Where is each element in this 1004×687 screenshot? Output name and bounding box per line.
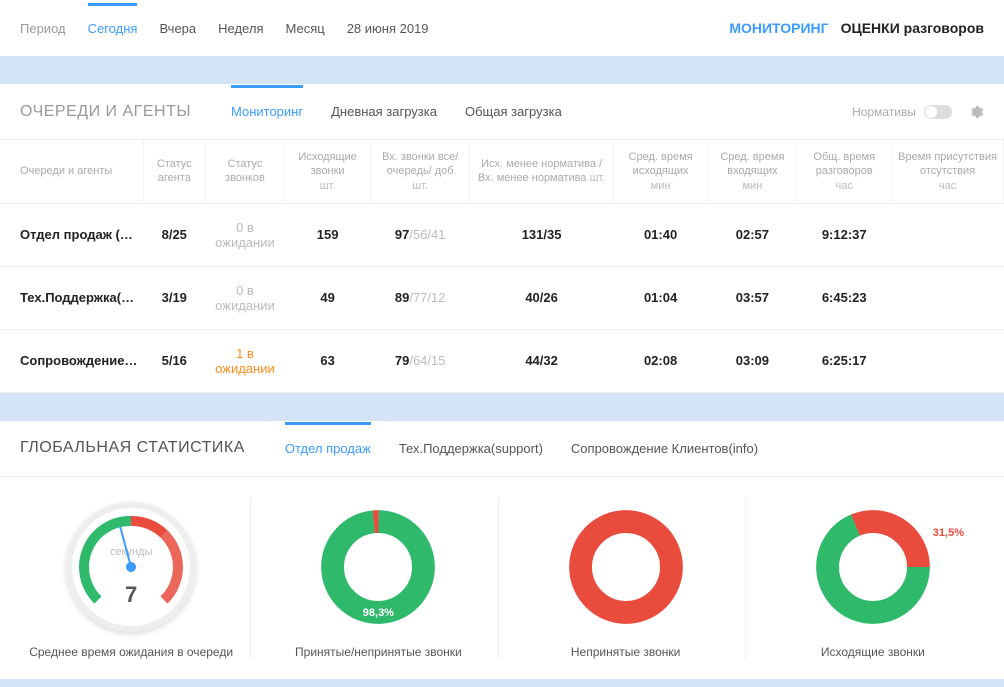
chart-label-3: Исходящие звонки: [762, 645, 984, 659]
gauge-unit: секунды: [72, 546, 190, 558]
col-out: Исходящие звонкишт.: [285, 140, 371, 203]
col-norm: Исх. менее норматива / Вх. менее нормати…: [470, 140, 613, 203]
cell-total: 6:45:23: [797, 266, 892, 329]
cell-in: 89/77/12: [370, 266, 470, 329]
period-tab-month[interactable]: Месяц: [285, 3, 324, 54]
period-tab-date[interactable]: 28 июня 2019: [347, 3, 429, 54]
donut3-label-a: 31,5%: [933, 527, 964, 539]
stats-section: ГЛОБАЛЬНАЯ СТАТИСТИКА Отдел продаж Тех.П…: [0, 421, 1004, 679]
chart-label-1: Принятые/непринятые звонки: [267, 645, 489, 659]
chart-gauge: секунды 7 Среднее время ожидания в очере…: [12, 497, 251, 659]
donut3-label-b: 68,5%: [790, 595, 821, 607]
cell-agent: 3/19: [143, 266, 205, 329]
col-total: Общ. время разговоровчас: [797, 140, 892, 203]
donut-icon: [566, 507, 686, 627]
cell-name: Отдел продаж (…: [0, 203, 143, 266]
cell-avgout: 01:04: [613, 266, 708, 329]
cell-norm: 131/35: [470, 203, 613, 266]
table-row[interactable]: Отдел продаж (… 8/25 0 в ожидании 159 97…: [0, 203, 1004, 266]
cell-presence: [892, 203, 1004, 266]
cell-calls: 0 в ожидании: [205, 266, 285, 329]
gauge-icon: секунды 7: [66, 502, 196, 632]
donut-icon: [813, 507, 933, 627]
toggle-switch[interactable]: [924, 105, 952, 119]
col-calls: Статус звонков: [205, 140, 285, 203]
period-label: Период: [20, 21, 66, 36]
stats-title: ГЛОБАЛЬНАЯ СТАТИСТИКА: [20, 439, 245, 457]
table-header-row: Очереди и агенты Статус агента Статус зв…: [0, 140, 1004, 203]
tab-evaluations[interactable]: ОЦЕНКИ разговоров: [841, 20, 984, 36]
cell-in: 79/64/15: [370, 329, 470, 392]
cell-calls: 1 в ожидании: [205, 329, 285, 392]
charts-row: секунды 7 Среднее время ожидания в очере…: [0, 477, 1004, 679]
queues-section: ОЧЕРЕДИ И АГЕНТЫ Мониторинг Дневная загр…: [0, 84, 1004, 393]
cell-avgin: 03:09: [708, 329, 797, 392]
period-tabs: Период Сегодня Вчера Неделя Месяц 28 июн…: [20, 3, 429, 54]
period-tab-today[interactable]: Сегодня: [88, 3, 138, 54]
cell-avgin: 02:57: [708, 203, 797, 266]
period-tab-yesterday[interactable]: Вчера: [159, 3, 196, 54]
cell-norm: 40/26: [470, 266, 613, 329]
stats-tab-info[interactable]: Сопровождение Клиентов(info): [571, 423, 758, 474]
cell-presence: [892, 266, 1004, 329]
chart-accepted: 98,3% Принятые/непринятые звонки: [259, 497, 498, 659]
queues-subtabs: Мониторинг Дневная загрузка Общая загруз…: [231, 86, 852, 137]
subtab-total[interactable]: Общая загрузка: [465, 86, 562, 137]
queues-title: ОЧЕРЕДИ И АГЕНТЫ: [20, 103, 191, 121]
cell-agent: 8/25: [143, 203, 205, 266]
col-name: Очереди и агенты: [0, 140, 143, 203]
table-row[interactable]: Сопровождение… 5/16 1 в ожидании 63 79/6…: [0, 329, 1004, 392]
tab-monitoring[interactable]: МОНИТОРИНГ: [729, 20, 828, 36]
col-avgout: Сред. время исходящихмин: [613, 140, 708, 203]
cell-out: 63: [285, 329, 371, 392]
cell-calls: 0 в ожидании: [205, 203, 285, 266]
cell-total: 6:25:17: [797, 329, 892, 392]
normatives-label: Нормативы: [852, 105, 916, 119]
cell-avgout: 02:08: [613, 329, 708, 392]
stats-tab-sales[interactable]: Отдел продаж: [285, 423, 371, 474]
queues-table: Очереди и агенты Статус агента Статус зв…: [0, 140, 1004, 393]
chart-missed: Непринятые звонки: [507, 497, 746, 659]
topbar: Период Сегодня Вчера Неделя Месяц 28 июн…: [0, 0, 1004, 56]
cell-in: 97/56/41: [370, 203, 470, 266]
subtab-daily[interactable]: Дневная загрузка: [331, 86, 437, 137]
normatives-toggle[interactable]: Нормативы: [852, 105, 952, 119]
col-in: Вх. звонки все/ очередь/ добшт.: [370, 140, 470, 203]
cell-total: 9:12:37: [797, 203, 892, 266]
table-row[interactable]: Тех.Поддержка(… 3/19 0 в ожидании 49 89/…: [0, 266, 1004, 329]
cell-presence: [892, 329, 1004, 392]
period-tab-week[interactable]: Неделя: [218, 3, 263, 54]
cell-out: 49: [285, 266, 371, 329]
cell-agent: 5/16: [143, 329, 205, 392]
gauge-value: 7: [72, 582, 190, 608]
donut1-label: 98,3%: [363, 607, 394, 619]
subtab-monitoring[interactable]: Мониторинг: [231, 86, 303, 137]
chart-label-0: Среднее время ожидания в очереди: [20, 645, 242, 659]
cell-out: 159: [285, 203, 371, 266]
col-presence: Время присутствия отсутствиячас: [892, 140, 1004, 203]
stats-tab-support[interactable]: Тех.Поддержка(support): [399, 423, 543, 474]
cell-avgout: 01:40: [613, 203, 708, 266]
cell-avgin: 03:57: [708, 266, 797, 329]
stats-tabs: Отдел продаж Тех.Поддержка(support) Сопр…: [285, 423, 758, 474]
col-avgin: Сред. время входящихмин: [708, 140, 797, 203]
chart-label-2: Непринятые звонки: [515, 645, 737, 659]
cell-name: Тех.Поддержка(…: [0, 266, 143, 329]
col-agent: Статус агента: [143, 140, 205, 203]
chart-outgoing: 31,5% 68,5% Исходящие звонки: [754, 497, 992, 659]
cell-norm: 44/32: [470, 329, 613, 392]
cell-name: Сопровождение…: [0, 329, 143, 392]
gear-icon[interactable]: [968, 104, 984, 120]
top-right-tabs: МОНИТОРИНГ ОЦЕНКИ разговоров: [729, 20, 984, 36]
